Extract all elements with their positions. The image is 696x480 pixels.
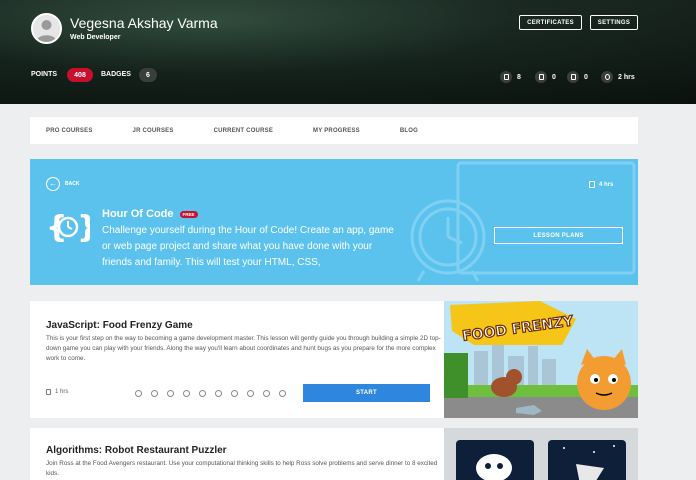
- stat-layouts: 0: [535, 71, 556, 83]
- course-card: Algorithms: Robot Restaurant Puzzler Joi…: [30, 428, 638, 480]
- progress-dot: [279, 390, 286, 397]
- nav-blog[interactable]: BLOG: [400, 128, 418, 134]
- progress-dot: [215, 390, 222, 397]
- user-role: Web Developer: [70, 34, 121, 41]
- points-label: POINTS: [31, 71, 58, 78]
- start-button[interactable]: START: [303, 384, 430, 402]
- user-avatar-icon: [33, 15, 60, 42]
- progress-dots: [135, 390, 286, 397]
- banner-duration: 4 hrs: [589, 181, 613, 188]
- quiz-icon: [567, 71, 579, 83]
- food-frenzy-thumbnail[interactable]: FOOD FRENZY: [444, 301, 638, 418]
- banner-title: Hour Of Code FREE: [102, 208, 198, 220]
- banner-description: Challenge yourself during the Hour of Co…: [102, 225, 394, 268]
- free-badge: FREE: [179, 210, 198, 218]
- course-title[interactable]: Algorithms: Robot Restaurant Puzzler: [46, 445, 227, 456]
- progress-dot: [151, 390, 158, 397]
- robot-restaurant-thumbnail[interactable]: [444, 428, 638, 480]
- svg-text:}: }: [77, 210, 90, 245]
- watch-icon: [601, 71, 613, 83]
- progress-dot: [263, 390, 270, 397]
- back-button[interactable]: ← BACK: [46, 177, 79, 191]
- stat-quizzes: 0: [567, 71, 588, 83]
- certificates-button[interactable]: CERTIFICATES: [519, 15, 582, 30]
- progress-dot: [199, 390, 206, 397]
- profile-header: Vegesna Akshay Varma Web Developer CERTI…: [0, 0, 696, 104]
- badges-label: BADGES: [101, 71, 131, 78]
- course-description: This is your first step on the way to be…: [46, 335, 441, 362]
- back-arrow-icon: ←: [46, 177, 60, 191]
- layout-icon: [535, 71, 547, 83]
- stat-hours: 2 hrs: [601, 71, 635, 83]
- nav-current-course[interactable]: CURRENT COURSE: [214, 128, 273, 134]
- badges-value: 6: [139, 68, 157, 82]
- settings-button[interactable]: SETTINGS: [590, 15, 638, 30]
- progress-dot: [247, 390, 254, 397]
- book-icon: [500, 71, 512, 83]
- nav-pro-courses[interactable]: PRO COURSES: [46, 128, 93, 134]
- book-icon: [46, 389, 51, 395]
- progress-dot: [167, 390, 174, 397]
- book-icon: [589, 181, 595, 188]
- stat-books: 8: [500, 71, 521, 83]
- lesson-plans-button[interactable]: LESSON PLANS: [494, 227, 623, 244]
- nav-my-progress[interactable]: MY PROGRESS: [313, 128, 360, 134]
- progress-dot: [135, 390, 142, 397]
- progress-dot: [231, 390, 238, 397]
- avatar[interactable]: [31, 13, 62, 44]
- hour-of-code-logo-icon: { }: [46, 210, 90, 245]
- points-value: 408: [67, 68, 93, 82]
- svg-text:{: {: [46, 210, 67, 245]
- nav-jr-courses[interactable]: JR COURSES: [133, 128, 174, 134]
- course-title[interactable]: JavaScript: Food Frenzy Game: [46, 320, 193, 331]
- progress-dot: [183, 390, 190, 397]
- course-description: Join Ross at the Food Avengers restauran…: [46, 460, 438, 477]
- course-duration: 1 hrs: [46, 389, 68, 395]
- user-name: Vegesna Akshay Varma: [70, 15, 218, 31]
- hour-of-code-banner: ← BACK { } Hour Of Code FREE Challenge y…: [30, 159, 638, 285]
- course-nav: PRO COURSES JR COURSES CURRENT COURSE MY…: [30, 117, 638, 144]
- course-card: JavaScript: Food Frenzy Game This is you…: [30, 301, 638, 418]
